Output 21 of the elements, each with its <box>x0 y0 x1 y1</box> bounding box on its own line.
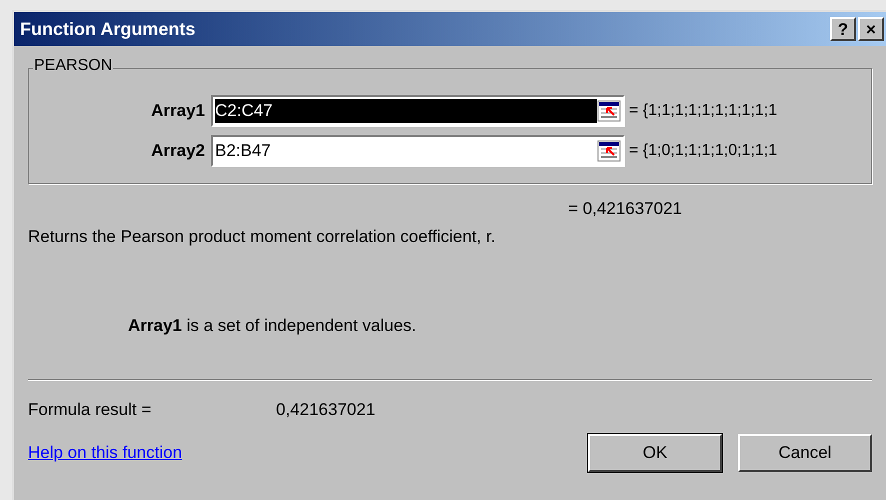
field-value: C2:C47 <box>215 99 597 123</box>
argument-field[interactable]: B2:B47 <box>211 135 625 167</box>
argument-label: Array2 <box>150 140 206 162</box>
window-title: Function Arguments <box>20 18 196 41</box>
dialog-button[interactable]: Cancel <box>738 434 872 472</box>
argument-result: = {1;1;1;1;1;1;1;1;1;1 <box>629 101 778 121</box>
collapse-dialog-icon[interactable] <box>597 100 621 122</box>
dialog-button[interactable]: OK <box>588 434 722 472</box>
field-value: B2:B47 <box>215 140 272 162</box>
argument-result: = {1;0;1;1;1;1;0;1;1;1 <box>629 141 778 161</box>
help-button[interactable]: ? <box>830 17 856 41</box>
formula-result-label: Formula result = <box>28 398 152 420</box>
collapse-dialog-icon[interactable] <box>597 140 621 162</box>
argument-label: Array1 <box>150 100 206 122</box>
formula-result-value: 0,421637021 <box>276 398 376 420</box>
close-button[interactable]: × <box>858 17 884 41</box>
function-description: Returns the Pearson product moment correlation coefficient, r. <box>28 226 496 248</box>
help-link[interactable]: Help on this function <box>28 440 572 466</box>
argument-field[interactable]: C2:C47 <box>211 95 625 127</box>
argument-help: Array1 is a set of independent values. <box>128 315 418 337</box>
function-result: = 0,421637021 <box>568 198 682 220</box>
